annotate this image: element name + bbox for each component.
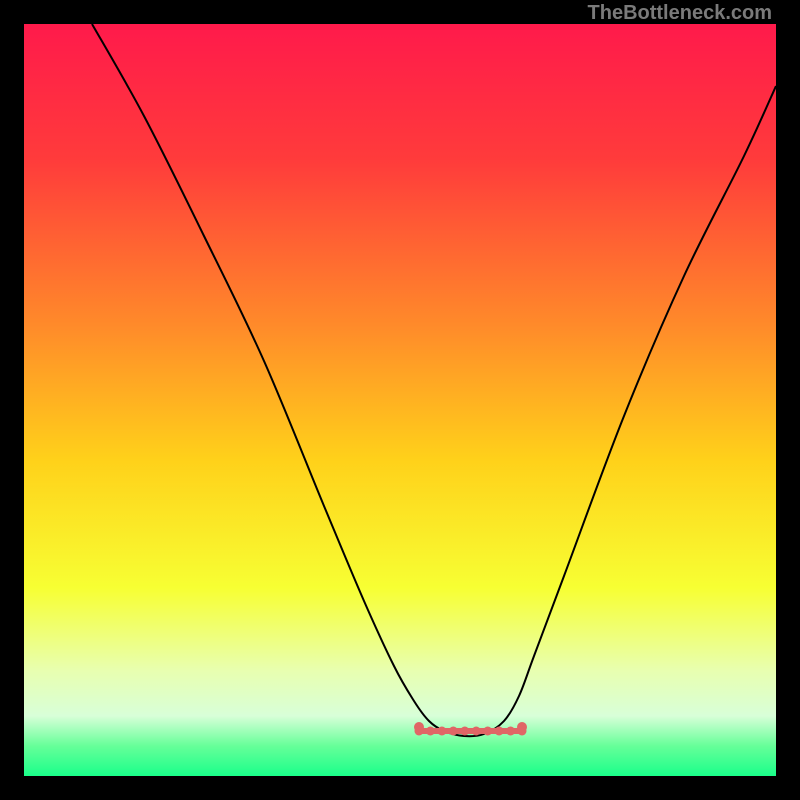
flat-region-dot bbox=[506, 727, 515, 736]
flat-region-dot bbox=[415, 727, 424, 736]
flat-region-dot bbox=[426, 727, 435, 736]
flat-region-dot bbox=[518, 727, 527, 736]
flat-region-dot bbox=[460, 727, 469, 736]
watermark-text: TheBottleneck.com bbox=[588, 2, 772, 25]
flat-region-dot bbox=[437, 727, 446, 736]
gradient-background bbox=[24, 24, 776, 776]
flat-region-dot bbox=[472, 727, 481, 736]
chart-canvas bbox=[24, 24, 776, 776]
flat-region-dot bbox=[449, 727, 458, 736]
flat-region-dot bbox=[483, 727, 492, 736]
flat-region-dot bbox=[495, 727, 504, 736]
chart-frame bbox=[24, 24, 776, 776]
